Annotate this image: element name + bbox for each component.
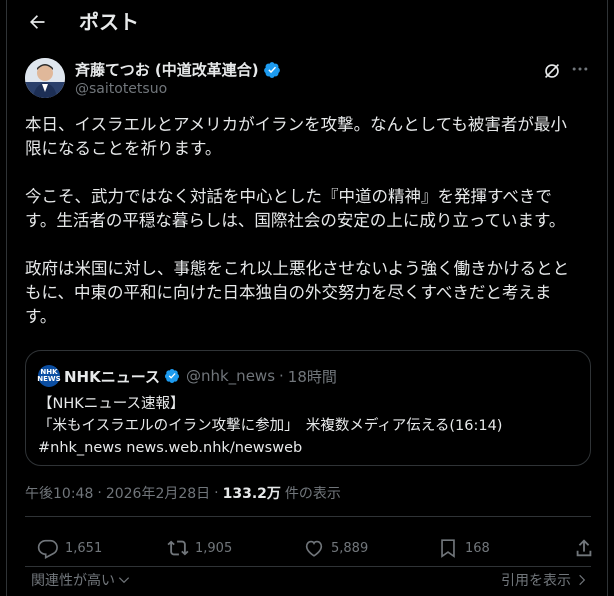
verified-badge-icon <box>164 369 179 383</box>
author-row: 斉藤てつお (中道改革連合) @saitotetsuo <box>7 54 607 104</box>
view-quotes-label: 引用を表示 <box>501 573 571 589</box>
bookmark-icon <box>441 539 455 558</box>
divider <box>25 566 591 567</box>
reply-icon <box>37 539 58 559</box>
heart-icon <box>305 540 323 557</box>
post-text: 本日、イスラエルとアメリカがイランを攻撃。なんとしても被害者が最小 限になること… <box>25 115 570 326</box>
more-options-button[interactable] <box>569 59 591 81</box>
header: ポスト <box>7 0 607 44</box>
share-button[interactable] <box>573 537 595 559</box>
views-label: 件の表示 <box>284 486 341 502</box>
post-meta: 午後10:48 · 2026年2月28日 · 133.2万 件の表示 <box>25 483 341 503</box>
bookmark-count: 168 <box>465 540 490 556</box>
meta-separator: · <box>97 485 102 501</box>
quoted-author-handle: @nhk_news <box>185 367 276 385</box>
author-name[interactable]: 斉藤てつお (中道改革連合) <box>75 59 259 80</box>
quoted-line: 【NHKニュース速報】 <box>38 396 185 412</box>
nhk-logo: NHK NEWS <box>37 365 61 387</box>
page-title: ポスト <box>79 10 139 34</box>
arrow-left-icon <box>30 15 45 29</box>
repost-count: 1,905 <box>195 540 233 556</box>
sort-label: 関連性が高い <box>31 573 115 589</box>
back-button[interactable] <box>23 8 51 36</box>
quoted-separator: · <box>279 367 284 385</box>
view-quotes-link[interactable]: 引用を表示 <box>501 570 589 590</box>
post-detail-panel: ポスト 斉藤てつお (中道改革連合) @saitotetsuo 本日、イスラエル… <box>6 0 608 596</box>
action-bar: 1,651 1,905 5,889 168 <box>25 530 592 566</box>
like-count: 5,889 <box>331 540 369 556</box>
author-handle[interactable]: @saitotetsuo <box>75 81 167 97</box>
name-row: 斉藤てつお (中道改革連合) <box>75 59 281 80</box>
meta-separator: · <box>214 485 219 501</box>
more-horizontal-icon <box>572 67 588 71</box>
repost-icon <box>167 540 189 556</box>
quoted-author-name: NHKニュース <box>64 367 160 386</box>
post-time[interactable]: 午後10:48 <box>25 483 93 503</box>
grok-button[interactable] <box>541 60 563 82</box>
bookmark-button[interactable]: 168 <box>437 537 490 559</box>
quoted-line: #nhk_news news.web.nhk/newsweb <box>38 440 303 456</box>
quoted-post-text: 【NHKニュース速報】「米もイスラエルのイラン攻撃に参加」 米複数メディア伝える… <box>38 393 502 459</box>
verified-badge-icon[interactable] <box>263 61 281 79</box>
quoted-post-header: NHK NEWS NHKニュース @nhk_news · 18時間 <box>37 365 337 387</box>
repost-button[interactable]: 1,905 <box>167 537 232 559</box>
quoted-post[interactable]: NHK NEWS NHKニュース @nhk_news · 18時間 【NHKニュ… <box>25 350 591 466</box>
quoted-time: 18時間 <box>287 367 337 386</box>
like-button[interactable]: 5,889 <box>303 537 368 559</box>
reply-button[interactable]: 1,651 <box>37 537 102 559</box>
chevron-right-icon <box>579 574 586 586</box>
chevron-down-icon <box>118 577 130 584</box>
divider <box>25 516 591 517</box>
post-date[interactable]: 2026年2月28日 <box>106 483 210 503</box>
quoted-line: 「米もイスラエルのイラン攻撃に参加」 米複数メディア伝える(16:14) <box>38 418 503 434</box>
share-icon <box>576 539 592 557</box>
grok-icon <box>544 63 560 79</box>
sort-replies-dropdown[interactable]: 関連性が高い <box>31 570 131 590</box>
avatar-image <box>25 58 65 98</box>
views-count[interactable]: 133.2万 <box>223 483 281 503</box>
avatar[interactable] <box>25 58 65 98</box>
reply-count: 1,651 <box>65 540 103 556</box>
